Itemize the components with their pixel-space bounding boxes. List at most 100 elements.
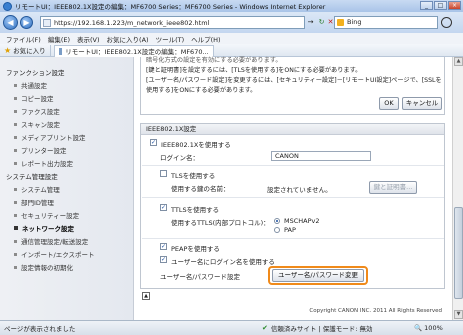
use-ieee-checkbox[interactable]: ✓ bbox=[150, 139, 157, 146]
sidebar-item-label: レポート出力設定 bbox=[21, 160, 73, 168]
ok-button[interactable]: OK bbox=[379, 97, 399, 110]
ttls-protocol-label: 使用するTTLS(内部プロトコル)： bbox=[171, 219, 270, 227]
change-userpass-button[interactable]: ユーザー名/パスワード変更 bbox=[272, 269, 364, 282]
bullet-icon bbox=[14, 83, 17, 87]
window-titlebar: リモートUI：IEEE802.1X設定の編集：MF6700 Series：MF6… bbox=[0, 0, 463, 12]
page-icon bbox=[43, 18, 51, 27]
zone-text: 信頼済みサイト | 保護モード: 無効 bbox=[270, 325, 373, 333]
mschapv2-radio[interactable] bbox=[274, 218, 280, 224]
bullet-icon bbox=[14, 265, 17, 269]
bullet-icon bbox=[14, 213, 17, 217]
tab-page-icon bbox=[58, 47, 63, 55]
bullet-icon bbox=[14, 187, 17, 191]
sidebar-item-label: インポート/エクスポート bbox=[21, 251, 95, 259]
key-certificate-button[interactable]: 鍵と証明書... bbox=[369, 181, 417, 194]
sidebar-item-fax[interactable]: ファクス設定 bbox=[14, 106, 60, 116]
favorites-button[interactable]: ★ お気に入り bbox=[0, 44, 51, 56]
maximize-button[interactable]: □ bbox=[434, 1, 447, 10]
sidebar-item-security[interactable]: セキュリティー設定 bbox=[14, 210, 79, 220]
bullet-icon bbox=[14, 96, 17, 100]
back-icon[interactable]: ◀ bbox=[3, 15, 18, 30]
forward-icon[interactable]: ▶ bbox=[20, 16, 33, 29]
trusted-site-icon: ✔ bbox=[262, 324, 268, 332]
panel-header: IEEE802.1X設定 bbox=[141, 124, 444, 135]
sidebar-item-printer[interactable]: プリンター設定 bbox=[14, 145, 67, 155]
menu-favorites[interactable]: お気に入り(A) bbox=[107, 34, 149, 44]
pap-label: PAP bbox=[284, 226, 296, 234]
page-top-icon[interactable]: ▲ bbox=[142, 292, 150, 300]
sidebar-item-label: 通信管理設定/転送設定 bbox=[21, 238, 89, 246]
sidebar-item-label: メディアプリント設定 bbox=[21, 134, 86, 142]
zoom-level: 100% bbox=[424, 324, 443, 332]
scroll-up-icon[interactable]: ▲ bbox=[454, 57, 463, 66]
same-username-checkbox[interactable]: ✓ bbox=[160, 256, 167, 263]
bullet-icon bbox=[14, 135, 17, 139]
sidebar-item-label: スキャン設定 bbox=[21, 121, 60, 129]
sidebar-section-system: システム管理設定 bbox=[6, 173, 58, 181]
menu-tools[interactable]: ツール(T) bbox=[156, 34, 185, 44]
sidebar-item-import-export[interactable]: インポート/エクスポート bbox=[14, 249, 95, 259]
note-line-3: 使用する]をONにする必要があります。 bbox=[146, 87, 257, 94]
same-username-label: ユーザー名にログイン名を使用する bbox=[171, 258, 275, 266]
zoom-control[interactable]: 🔍 100% bbox=[414, 324, 443, 332]
address-bar[interactable]: https://192.168.1.223/m_network_ieee802.… bbox=[40, 16, 305, 29]
bullet-icon bbox=[14, 122, 17, 126]
sidebar-item-system-management[interactable]: システム管理 bbox=[14, 184, 60, 194]
sidebar-item-common[interactable]: 共通設定 bbox=[14, 80, 47, 90]
search-icon[interactable] bbox=[441, 17, 452, 28]
search-engine-label: Bing bbox=[347, 18, 362, 26]
address-url[interactable]: https://192.168.1.223/m_network_ieee802.… bbox=[54, 19, 209, 27]
use-peap-checkbox[interactable]: ✓ bbox=[160, 243, 167, 250]
star-icon: ★ bbox=[4, 45, 12, 55]
menu-view[interactable]: 表示(V) bbox=[77, 34, 100, 44]
pap-radio[interactable] bbox=[274, 227, 280, 233]
bullet-icon bbox=[14, 200, 17, 204]
use-ttls-label: TTLSを使用する bbox=[171, 206, 220, 214]
minimize-button[interactable]: _ bbox=[420, 1, 433, 10]
sidebar: ファンクション設定 共通設定 コピー設定 ファクス設定 スキャン設定 メディアプ… bbox=[0, 57, 134, 320]
bullet-icon bbox=[14, 161, 17, 165]
sidebar-item-reset[interactable]: 設定情報の初期化 bbox=[14, 262, 73, 272]
scroll-thumb[interactable] bbox=[454, 207, 463, 299]
security-zone[interactable]: ✔ 信頼済みサイト | 保護モード: 無効 bbox=[262, 323, 414, 333]
go-button[interactable]: → bbox=[305, 17, 316, 28]
login-name-input[interactable]: CANON bbox=[271, 151, 371, 161]
copyright: Copyright CANON INC. 2011 All Rights Res… bbox=[309, 308, 442, 314]
sidebar-item-department-id[interactable]: 部門ID管理 bbox=[14, 197, 54, 207]
sidebar-item-communication[interactable]: 通信管理設定/転送設定 bbox=[14, 236, 88, 246]
bullet-icon bbox=[14, 226, 18, 230]
bing-icon bbox=[337, 19, 344, 26]
key-name-value: 設定されていません。 bbox=[267, 186, 332, 194]
login-name-label: ログイン名： bbox=[160, 154, 199, 162]
sidebar-item-report[interactable]: レポート出力設定 bbox=[14, 158, 73, 168]
use-ttls-checkbox[interactable]: ✓ bbox=[160, 204, 167, 211]
main-area: 暗号化方式の設定を有効にする必要があります。 [鍵と証明書]を設定するには、[T… bbox=[134, 57, 452, 320]
sidebar-item-network[interactable]: ネットワーク設定 bbox=[14, 223, 74, 233]
sidebar-item-label: ネットワーク設定 bbox=[22, 225, 74, 233]
scroll-down-icon[interactable]: ▼ bbox=[454, 310, 463, 319]
ie-logo-icon bbox=[3, 1, 12, 11]
bullet-icon bbox=[14, 252, 17, 256]
menu-file[interactable]: ファイル(F) bbox=[6, 34, 41, 44]
use-ieee-label: IEEE802.1Xを使用する bbox=[161, 141, 231, 149]
sidebar-item-label: セキュリティー設定 bbox=[21, 212, 80, 220]
favorites-label: お気に入り bbox=[13, 47, 46, 55]
sidebar-item-scan[interactable]: スキャン設定 bbox=[14, 119, 60, 129]
notes-box: 暗号化方式の設定を有効にする必要があります。 [鍵と証明書]を設定するには、[T… bbox=[140, 57, 445, 115]
mschapv2-label: MSCHAPv2 bbox=[284, 217, 320, 225]
sidebar-item-copy[interactable]: コピー設定 bbox=[14, 93, 54, 103]
search-box[interactable]: Bing bbox=[334, 16, 438, 29]
menu-help[interactable]: ヘルプ(H) bbox=[191, 34, 220, 44]
key-name-label: 使用する鍵の名前： bbox=[171, 185, 230, 193]
sidebar-item-media-print[interactable]: メディアプリント設定 bbox=[14, 132, 86, 142]
close-button[interactable]: × bbox=[448, 1, 461, 10]
menu-edit[interactable]: 編集(E) bbox=[48, 34, 70, 44]
sidebar-item-label: 設定情報の初期化 bbox=[21, 264, 73, 272]
divider bbox=[142, 165, 444, 166]
status-text: ページが表示されました bbox=[4, 325, 76, 333]
ieee8021x-panel: IEEE802.1X設定 ✓ IEEE802.1Xを使用する ログイン名： CA… bbox=[140, 123, 445, 289]
sidebar-item-label: 部門ID管理 bbox=[21, 199, 54, 207]
cancel-button[interactable]: キャンセル bbox=[402, 97, 442, 110]
use-tls-checkbox[interactable] bbox=[160, 170, 167, 177]
vertical-scrollbar[interactable]: ▲ ▼ bbox=[452, 57, 463, 320]
